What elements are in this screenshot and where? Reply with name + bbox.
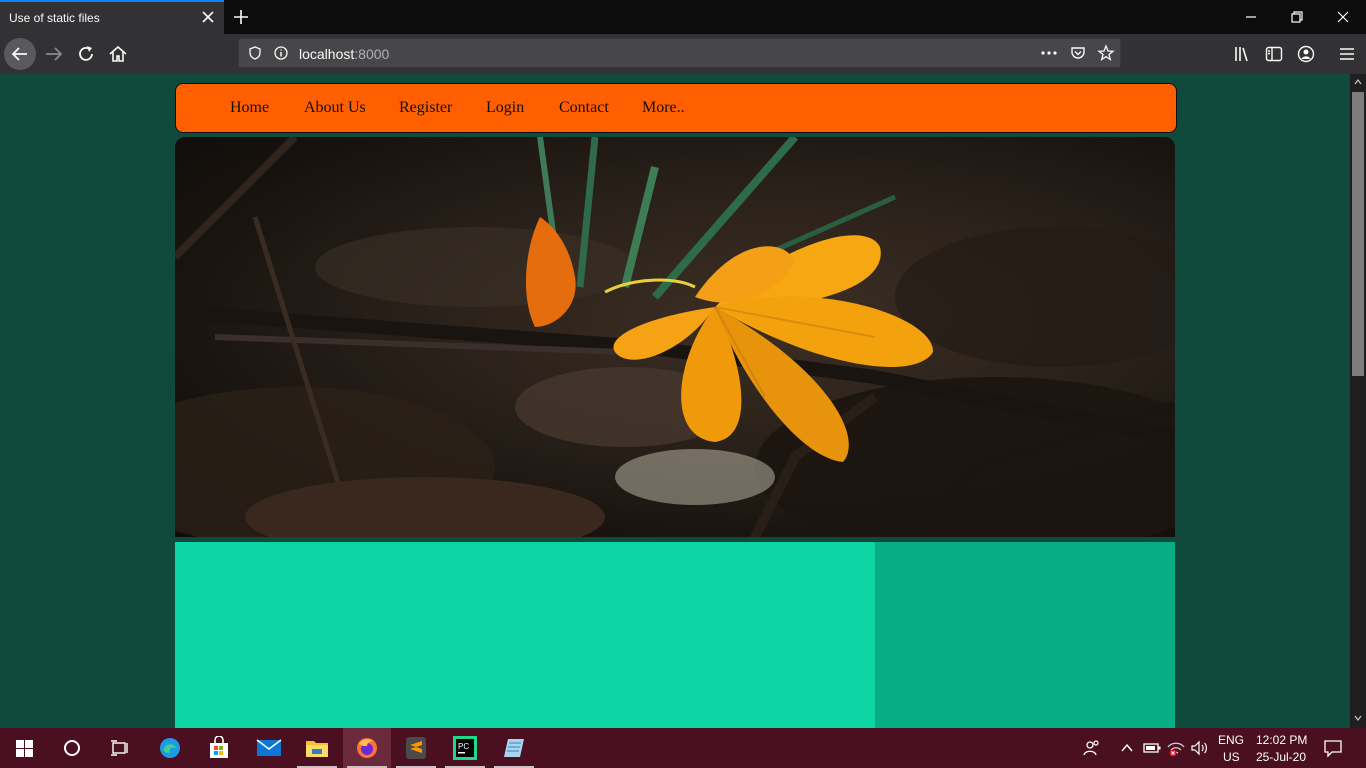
file-explorer-icon xyxy=(306,741,328,757)
page-actions-menu-icon[interactable] xyxy=(1039,45,1059,61)
url-host: localhost xyxy=(299,46,355,62)
svg-text:PC: PC xyxy=(458,742,469,751)
action-center-icon[interactable] xyxy=(1323,738,1343,758)
taskbar-file-explorer[interactable] xyxy=(293,728,341,768)
sidebar-content-area xyxy=(875,542,1175,728)
nav-link-about-us[interactable]: About Us xyxy=(304,99,366,117)
home-icon[interactable] xyxy=(106,42,130,66)
url-bar[interactable]: localhost:8000 xyxy=(238,38,1121,68)
close-window-icon[interactable] xyxy=(1332,6,1354,28)
site-navigation: Home About Us Register Login Contact Mor… xyxy=(175,83,1177,133)
scroll-down-icon[interactable] xyxy=(1354,714,1362,722)
edge-icon xyxy=(160,738,180,758)
cortana-button[interactable] xyxy=(48,728,96,768)
scrollbar-thumb[interactable] xyxy=(1352,92,1364,376)
start-button[interactable] xyxy=(0,728,48,768)
new-tab-icon[interactable] xyxy=(230,6,252,28)
back-arrow-icon xyxy=(11,47,27,61)
web-page: Home About Us Register Login Contact Mor… xyxy=(0,74,1350,728)
main-content-area xyxy=(175,542,875,728)
site-info-icon[interactable] xyxy=(273,45,289,61)
windows-start-icon xyxy=(16,740,33,757)
scroll-up-icon[interactable] xyxy=(1354,78,1362,86)
nav-link-contact[interactable]: Contact xyxy=(559,99,609,117)
minimize-window-icon[interactable] xyxy=(1240,6,1262,28)
page-scrollbar[interactable] xyxy=(1350,74,1366,728)
crocus-flower-photo xyxy=(175,137,1175,537)
task-view-button[interactable] xyxy=(96,728,144,768)
hero-image xyxy=(175,137,1175,537)
input-region[interactable]: US xyxy=(1223,750,1240,764)
taskbar-pycharm[interactable]: PC xyxy=(441,728,489,768)
browser-tab-active[interactable]: Use of static files xyxy=(0,0,224,34)
taskbar-edge[interactable] xyxy=(146,728,194,768)
volume-icon[interactable] xyxy=(1190,739,1210,757)
show-hidden-icons-icon[interactable] xyxy=(1120,742,1134,754)
people-icon[interactable] xyxy=(1082,738,1102,758)
browser-toolbar: localhost:8000 xyxy=(0,34,1366,74)
clock-date[interactable]: 25-Jul-20 xyxy=(1256,750,1306,764)
windows-taskbar: PC ENG US 12:02 PM 25-Jul-20 xyxy=(0,728,1366,768)
library-icon[interactable] xyxy=(1232,44,1252,64)
cortana-search-icon xyxy=(64,740,80,756)
restore-window-icon[interactable] xyxy=(1286,6,1308,28)
nav-link-home[interactable]: Home xyxy=(230,99,269,117)
taskbar-mail[interactable] xyxy=(244,728,292,768)
input-language[interactable]: ENG xyxy=(1218,733,1244,747)
account-icon[interactable] xyxy=(1296,44,1316,64)
tracking-shield-icon[interactable] xyxy=(247,45,263,61)
nav-link-more[interactable]: More.. xyxy=(642,99,685,117)
nav-link-register[interactable]: Register xyxy=(399,99,452,117)
task-view-icon xyxy=(111,740,128,756)
sidebar-icon[interactable] xyxy=(1264,44,1284,64)
pocket-icon[interactable] xyxy=(1069,44,1087,62)
bookmark-star-icon[interactable] xyxy=(1097,44,1115,62)
forward-arrow-icon[interactable] xyxy=(42,42,66,66)
taskbar-sublime-text[interactable] xyxy=(392,728,440,768)
close-tab-icon[interactable] xyxy=(199,8,217,26)
reload-icon[interactable] xyxy=(74,42,98,66)
firefox-icon xyxy=(357,738,377,758)
network-disconnected-icon[interactable] xyxy=(1166,739,1186,757)
taskbar-notepad-app[interactable] xyxy=(490,728,538,768)
taskbar-store[interactable] xyxy=(195,728,243,768)
store-icon xyxy=(210,736,228,758)
tab-title: Use of static files xyxy=(9,11,100,25)
url-port: :8000 xyxy=(354,46,390,62)
notepad-app-icon xyxy=(504,739,524,757)
battery-icon[interactable] xyxy=(1143,741,1161,755)
taskbar-firefox[interactable] xyxy=(343,728,391,768)
clock-time[interactable]: 12:02 PM xyxy=(1256,733,1307,747)
mail-icon xyxy=(256,739,282,756)
pycharm-icon: PC xyxy=(453,736,477,760)
hamburger-menu-icon[interactable] xyxy=(1337,44,1357,64)
browser-tab-strip: Use of static files xyxy=(0,0,1366,34)
url-text[interactable]: localhost:8000 xyxy=(299,46,389,62)
sublime-text-icon xyxy=(406,737,426,759)
nav-link-login[interactable]: Login xyxy=(486,99,524,117)
back-button[interactable] xyxy=(4,38,36,70)
